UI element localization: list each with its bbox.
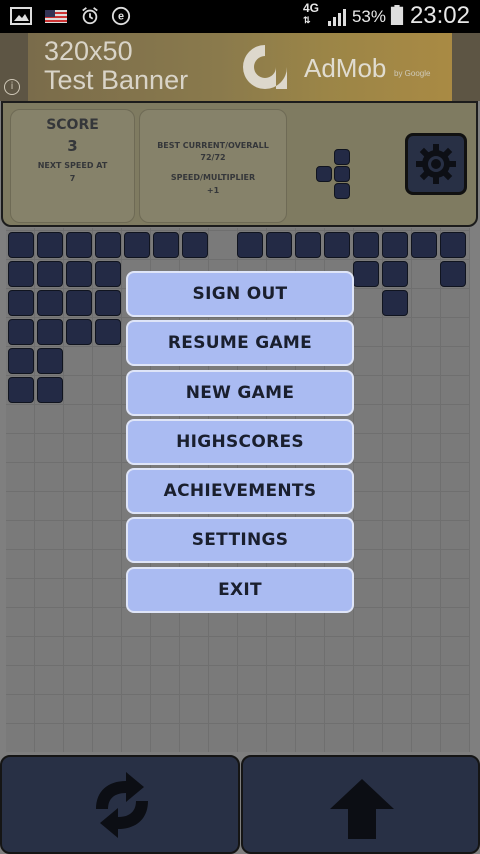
svg-text:e: e — [118, 11, 124, 23]
next-piece-block — [316, 166, 332, 182]
board-block — [411, 232, 437, 258]
next-speed-label: NEXT SPEED AT — [37, 161, 108, 170]
board-block — [37, 290, 63, 316]
board-block — [440, 232, 466, 258]
board-block — [95, 261, 121, 287]
board-block — [237, 232, 263, 258]
board-block — [37, 319, 63, 345]
battery-percent: 53% — [351, 7, 386, 26]
board-block — [353, 261, 379, 287]
drop-button[interactable] — [241, 755, 480, 854]
board-block — [66, 319, 92, 345]
board-block — [124, 232, 150, 258]
board-block — [440, 261, 466, 287]
next-speed-value: 7 — [69, 174, 76, 183]
board-block — [324, 232, 350, 258]
board-block — [8, 319, 34, 345]
speed-label: SPEED/MULTIPLIER — [170, 173, 256, 182]
board-block — [266, 232, 292, 258]
image-icon — [10, 7, 32, 25]
resume-game-button[interactable]: RESUME GAME — [126, 320, 354, 367]
board-block — [353, 232, 379, 258]
board-block — [153, 232, 179, 258]
board-block — [382, 290, 408, 316]
settings-menu-button[interactable]: SETTINGS — [126, 517, 354, 564]
board-block — [8, 261, 34, 287]
score-panel: SCORE 3 NEXT SPEED AT 7 — [10, 109, 135, 223]
e-app-icon: e — [111, 6, 131, 26]
battery-icon — [390, 5, 404, 25]
speed-value: +1 — [206, 186, 220, 195]
exit-button[interactable]: EXIT — [126, 566, 354, 613]
alarm-icon — [82, 7, 98, 25]
gear-icon — [416, 144, 456, 184]
pause-menu: SIGN OUT RESUME GAME NEW GAME HIGHSCORES… — [126, 271, 354, 616]
board-block — [37, 261, 63, 287]
best-value: 72/72 — [200, 153, 226, 162]
game-header: SCORE 3 NEXT SPEED AT 7 BEST CURRENT/OVE… — [1, 101, 478, 227]
network-type: 4G ⇅ — [303, 1, 320, 25]
best-label: BEST CURRENT/OVERALL — [157, 141, 269, 150]
ad-info-icon[interactable]: i — [4, 79, 20, 95]
admob-logo-icon — [243, 45, 287, 89]
up-arrow-icon — [330, 779, 394, 839]
board-block — [8, 377, 34, 403]
clock: 23:02 — [409, 2, 470, 29]
board-block — [8, 290, 34, 316]
board-block — [66, 290, 92, 316]
board-block — [382, 232, 408, 258]
board-block — [8, 348, 34, 374]
us-flag-icon — [45, 10, 67, 23]
score-value: 3 — [67, 137, 78, 155]
board-block — [66, 261, 92, 287]
best-panel: BEST CURRENT/OVERALL 72/72 SPEED/MULTIPL… — [139, 109, 287, 223]
settings-button[interactable] — [405, 133, 467, 195]
next-piece-block — [334, 183, 350, 199]
ad-brand: AdMob — [304, 53, 387, 83]
sign-out-button[interactable]: SIGN OUT — [126, 271, 354, 317]
signal-icon — [328, 9, 346, 26]
highscores-button[interactable]: HIGHSCORES — [126, 418, 354, 465]
score-label: SCORE — [46, 117, 99, 133]
board-block — [8, 232, 34, 258]
board-block — [95, 290, 121, 316]
ad-brand-sub: by Google — [394, 69, 431, 78]
board-block — [37, 348, 63, 374]
board-block — [66, 232, 92, 258]
new-game-button[interactable]: NEW GAME — [126, 369, 354, 416]
ad-title: 320x50 Test Banner — [44, 36, 189, 95]
ad-banner[interactable]: 320x50 Test Banner AdMob by Google i — [0, 33, 480, 101]
next-piece-block — [334, 166, 350, 182]
rotate-button[interactable] — [0, 755, 240, 854]
board-block — [182, 232, 208, 258]
rotate-arrows-icon — [96, 772, 148, 838]
board-block — [37, 232, 63, 258]
achievements-button[interactable]: ACHIEVEMENTS — [126, 468, 354, 515]
board-block — [37, 377, 63, 403]
next-piece-block — [334, 149, 350, 165]
board-block — [295, 232, 321, 258]
status-bar: e 4G ⇅ 53% 23:02 — [0, 0, 480, 33]
board-block — [95, 319, 121, 345]
board-block — [382, 261, 408, 287]
board-block — [95, 232, 121, 258]
